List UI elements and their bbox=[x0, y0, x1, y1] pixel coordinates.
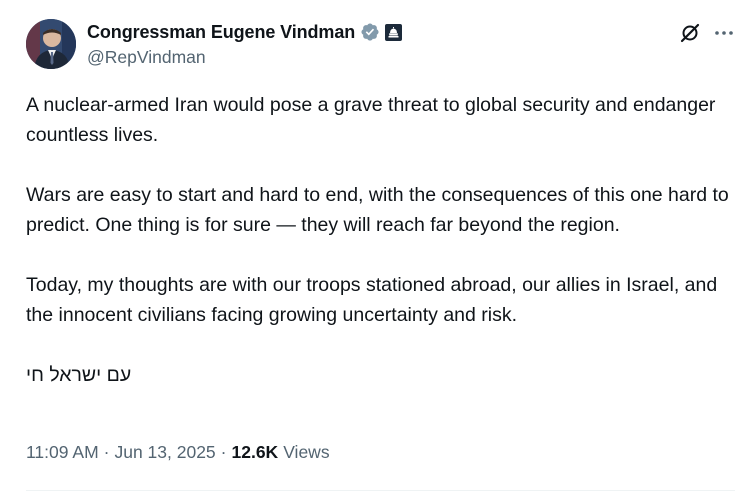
meta-separator: · bbox=[103, 442, 110, 462]
header-actions bbox=[679, 22, 735, 44]
verified-badge-icon[interactable] bbox=[360, 22, 380, 42]
tweet-paragraph-hebrew: עם ישראל חי bbox=[26, 364, 132, 386]
tweet-paragraph: Today, my thoughts are with our troops s… bbox=[26, 274, 723, 326]
tweet-paragraph: A nuclear-armed Iran would pose a grave … bbox=[26, 94, 721, 146]
tweet-card: Congressman Eugene Vindman @RepVindman A… bbox=[0, 0, 747, 495]
author-display-name[interactable]: Congressman Eugene Vindman bbox=[87, 22, 355, 43]
tweet-time[interactable]: 11:09 AM bbox=[26, 442, 99, 463]
avatar-photo-icon bbox=[26, 19, 76, 69]
meta-separator: · bbox=[220, 442, 227, 462]
author-handle[interactable]: @RepVindman bbox=[87, 47, 206, 68]
grok-slash-icon[interactable] bbox=[679, 22, 701, 44]
more-horizontal-icon[interactable] bbox=[713, 22, 735, 44]
tweet-paragraph: Wars are easy to start and hard to end, … bbox=[26, 184, 735, 236]
tweet-meta: 11:09 AM · Jun 13, 2025 · 12.6K Views bbox=[26, 442, 330, 463]
avatar[interactable] bbox=[26, 19, 76, 69]
divider bbox=[26, 490, 735, 491]
tweet-date[interactable]: Jun 13, 2025 bbox=[114, 442, 215, 463]
views-count[interactable]: 12.6K bbox=[232, 442, 279, 463]
tweet-text: A nuclear-armed Iran would pose a grave … bbox=[26, 90, 741, 390]
capitol-dome-icon[interactable] bbox=[385, 23, 403, 41]
views-label: Views bbox=[283, 442, 330, 462]
author-name-row: Congressman Eugene Vindman bbox=[87, 21, 403, 43]
